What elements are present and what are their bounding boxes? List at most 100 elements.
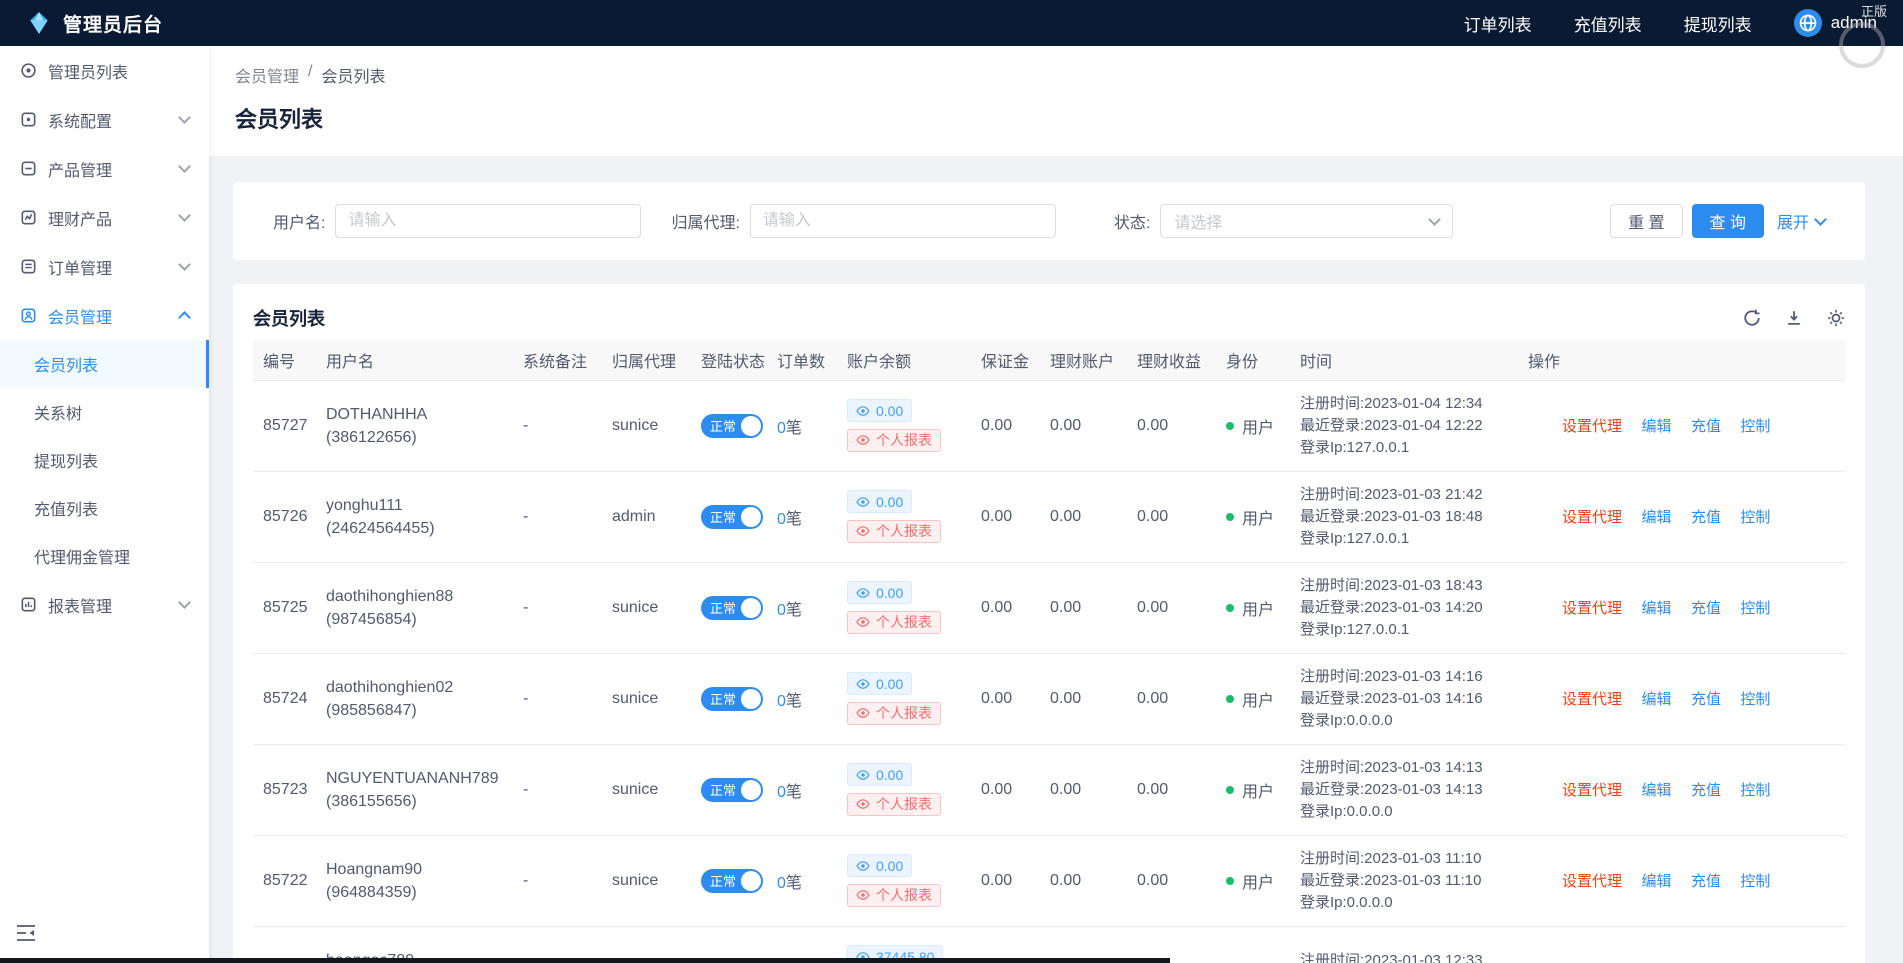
control-link[interactable]: 控制 — [1740, 873, 1770, 890]
reset-button[interactable]: 重 置 — [1610, 204, 1682, 238]
personal-report-label: 个人报表 — [876, 794, 932, 814]
finance-profit-value: 0.00 — [1137, 872, 1168, 889]
nav-order-list[interactable]: 订单列表 — [1464, 11, 1532, 36]
chevron-down-icon — [1428, 213, 1441, 226]
finance-profit-value: 0.00 — [1137, 781, 1168, 798]
status-select[interactable]: 请选择 — [1160, 204, 1453, 238]
balance-badge[interactable]: 0.00 — [847, 490, 912, 513]
member-username: DOTHANHHA — [326, 403, 503, 426]
register-time: 注册时间:2023-01-03 21:42 — [1300, 484, 1508, 506]
status-select-placeholder: 请选择 — [1174, 209, 1222, 233]
sidebar-subitem-withdraw-list[interactable]: 提现列表 — [0, 436, 209, 484]
identity-status-dot — [1226, 513, 1234, 521]
sidebar-subitem-label: 充值列表 — [34, 496, 98, 520]
member-id: 85727 — [263, 417, 308, 434]
nav-recharge-list[interactable]: 充值列表 — [1574, 11, 1642, 36]
edit-link[interactable]: 编辑 — [1641, 418, 1671, 435]
username-input[interactable] — [335, 204, 641, 238]
edit-link[interactable]: 编辑 — [1641, 600, 1671, 617]
sidebar-subitem-recharge-list[interactable]: 充值列表 — [0, 484, 209, 532]
balance-badge[interactable]: 0.00 — [847, 854, 912, 877]
sidebar-item-admin-list[interactable]: 管理员列表 — [0, 46, 209, 95]
control-link[interactable]: 控制 — [1740, 418, 1770, 435]
toggle-knob — [741, 780, 761, 800]
search-button[interactable]: 查 询 — [1692, 204, 1764, 238]
balance-badge[interactable]: 0.00 — [847, 672, 912, 695]
sidebar-item-report-manage[interactable]: 报表管理 — [0, 580, 209, 629]
export-icon[interactable] — [1785, 309, 1803, 327]
login-status-toggle[interactable]: 正常 — [701, 505, 763, 529]
settings-gear-icon[interactable] — [1827, 309, 1845, 327]
sidebar-item-wealth-product[interactable]: 理财产品 — [0, 193, 209, 242]
login-status-toggle[interactable]: 正常 — [701, 869, 763, 893]
set-agent-link[interactable]: 设置代理 — [1562, 418, 1622, 435]
system-note: - — [523, 690, 528, 707]
eye-icon — [856, 859, 870, 873]
sidebar-item-product-manage[interactable]: 产品管理 — [0, 144, 209, 193]
nav-withdraw-list[interactable]: 提现列表 — [1684, 11, 1752, 36]
set-agent-link[interactable]: 设置代理 — [1562, 873, 1622, 890]
edit-link[interactable]: 编辑 — [1641, 509, 1671, 526]
control-link[interactable]: 控制 — [1740, 782, 1770, 799]
personal-report-badge[interactable]: 个人报表 — [847, 702, 941, 725]
login-status-toggle[interactable]: 正常 — [701, 778, 763, 802]
login-status-toggle[interactable]: 正常 — [701, 687, 763, 711]
login-status-label: 正常 — [701, 689, 736, 708]
balance-badge[interactable]: 0.00 — [847, 763, 912, 786]
sidebar-item-label: 订单管理 — [48, 255, 112, 279]
sidebar-item-label: 系统配置 — [48, 108, 112, 132]
sidebar-subitem-relation-tree[interactable]: 关系树 — [0, 388, 209, 436]
set-agent-link[interactable]: 设置代理 — [1562, 509, 1622, 526]
col-time: 时间 — [1290, 340, 1518, 380]
recharge-link[interactable]: 充值 — [1691, 600, 1721, 617]
member-submenu: 会员列表 关系树 提现列表 充值列表 代理佣金管理 — [0, 340, 209, 580]
login-status-toggle[interactable]: 正常 — [701, 414, 763, 438]
recharge-link[interactable]: 充值 — [1691, 873, 1721, 890]
refresh-icon[interactable] — [1743, 309, 1761, 327]
sidebar-item-order-manage[interactable]: 订单管理 — [0, 242, 209, 291]
edit-link[interactable]: 编辑 — [1641, 691, 1671, 708]
set-agent-link[interactable]: 设置代理 — [1562, 782, 1622, 799]
control-link[interactable]: 控制 — [1740, 600, 1770, 617]
personal-report-badge[interactable]: 个人报表 — [847, 520, 941, 543]
collapse-sidebar-icon[interactable] — [16, 924, 36, 947]
control-link[interactable]: 控制 — [1740, 509, 1770, 526]
set-agent-link[interactable]: 设置代理 — [1562, 691, 1622, 708]
member-account: (964884359) — [326, 881, 503, 904]
sidebar-subitem-agent-commission[interactable]: 代理佣金管理 — [0, 532, 209, 580]
recharge-link[interactable]: 充值 — [1691, 418, 1721, 435]
recharge-link[interactable]: 充值 — [1691, 782, 1721, 799]
breadcrumb-member-manage[interactable]: 会员管理 — [235, 63, 299, 87]
expand-filters-link[interactable]: 展开 — [1777, 209, 1825, 233]
edit-link[interactable]: 编辑 — [1641, 873, 1671, 890]
edit-link[interactable]: 编辑 — [1641, 782, 1671, 799]
eye-icon — [856, 797, 870, 811]
margin-value: 0.00 — [981, 781, 1012, 798]
personal-report-badge[interactable]: 个人报表 — [847, 793, 941, 816]
login-ip: 登录Ip:0.0.0.0 — [1300, 710, 1508, 732]
order-unit: 笔 — [786, 784, 802, 801]
admin-list-icon — [20, 62, 37, 79]
recharge-link[interactable]: 充值 — [1691, 691, 1721, 708]
member-account: (386155656) — [326, 790, 503, 813]
sidebar-item-member-manage[interactable]: 会员管理 — [0, 291, 209, 340]
order-count: 0 — [777, 420, 786, 437]
personal-report-badge[interactable]: 个人报表 — [847, 429, 941, 452]
finance-account-value: 0.00 — [1050, 599, 1081, 616]
set-agent-link[interactable]: 设置代理 — [1562, 600, 1622, 617]
finance-account-value: 0.00 — [1050, 781, 1081, 798]
member-id: 85722 — [263, 872, 308, 889]
balance-badge[interactable]: 0.00 — [847, 581, 912, 604]
sidebar-item-system-config[interactable]: 系统配置 — [0, 95, 209, 144]
member-agent: sunice — [612, 872, 658, 889]
finance-profit-value: 0.00 — [1137, 417, 1168, 434]
member-username: Hoangnam90 — [326, 858, 503, 881]
sidebar-subitem-member-list[interactable]: 会员列表 — [0, 340, 209, 388]
control-link[interactable]: 控制 — [1740, 691, 1770, 708]
login-status-toggle[interactable]: 正常 — [701, 596, 763, 620]
balance-badge[interactable]: 0.00 — [847, 399, 912, 422]
personal-report-badge[interactable]: 个人报表 — [847, 611, 941, 634]
personal-report-badge[interactable]: 个人报表 — [847, 884, 941, 907]
recharge-link[interactable]: 充值 — [1691, 509, 1721, 526]
agent-input[interactable] — [750, 204, 1056, 238]
